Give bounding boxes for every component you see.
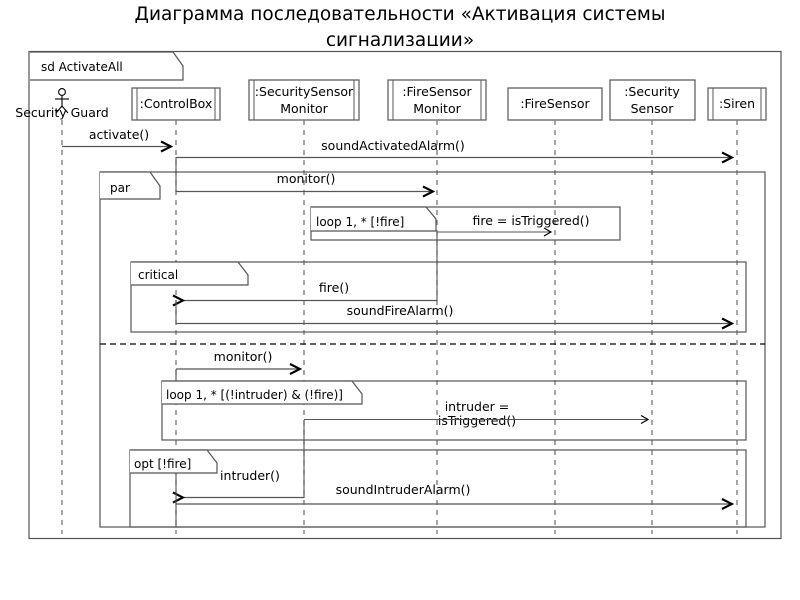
lifeline-label-firemon: :FireSensor: [402, 84, 472, 99]
message-label-monitor-security: monitor(): [214, 349, 273, 364]
lifeline-siren[interactable]: :Siren: [707, 87, 767, 121]
diagram-page: Диаграмма последовательности «Активация …: [0, 0, 800, 600]
lifeline-label-guard: Security Guard: [15, 105, 108, 120]
lifeline-label-control: :ControlBox: [140, 96, 213, 111]
message-label-intruder: intruder(): [220, 468, 280, 483]
lifeline-secmon[interactable]: :SecuritySensor Monitor: [248, 79, 360, 121]
message-label-sound-intruder-alarm: soundIntruderAlarm(): [336, 482, 471, 497]
lifeline-label-firemon-2: Monitor: [413, 101, 461, 116]
lifeline-label-secsen-2: Sensor: [631, 101, 675, 116]
message-label-monitor-fire: monitor(): [277, 171, 336, 186]
fragment-label-par: par: [110, 181, 130, 195]
lifeline-label-secmon-2: Monitor: [280, 101, 328, 116]
fragment-label-loop-fire: loop 1, * [!fire]: [316, 215, 404, 229]
fragment-label-loop-intruder: loop 1, * [(!intruder) & (!fire)]: [166, 388, 343, 402]
fragment-label-opt: opt [!fire]: [134, 457, 191, 471]
lifeline-firesen[interactable]: :FireSensor: [507, 87, 603, 121]
lifeline-label-firesen: :FireSensor: [520, 96, 590, 111]
lifeline-firemon[interactable]: :FireSensor Monitor: [387, 79, 487, 121]
message-label-intruder-is-triggered-2: isTriggered(): [438, 413, 516, 428]
message-label-intruder-is-triggered: intruder =: [445, 399, 510, 414]
message-label-fire-is-triggered: fire = isTriggered(): [472, 213, 589, 228]
lifeline-label-secmon: :SecuritySensor: [255, 84, 354, 99]
fragment-label-critical: critical: [138, 268, 178, 282]
message-label-activate: activate(): [89, 127, 149, 142]
lifeline-label-siren: :Siren: [719, 96, 755, 111]
sequence-diagram: sd ActivateAll Security Guard :ControlBo…: [15, 50, 782, 540]
message-label-sound-fire-alarm: soundFireAlarm(): [347, 303, 454, 318]
message-label-sound-activated-alarm: soundActivatedAlarm(): [321, 138, 465, 153]
lifeline-secsen[interactable]: :Security Sensor: [609, 79, 696, 121]
sd-frame-label: sd ActivateAll: [41, 60, 123, 74]
lifeline-label-secsen: :Security: [624, 84, 680, 99]
message-label-fire: fire(): [319, 280, 349, 295]
lifeline-control[interactable]: :ControlBox: [131, 87, 221, 121]
